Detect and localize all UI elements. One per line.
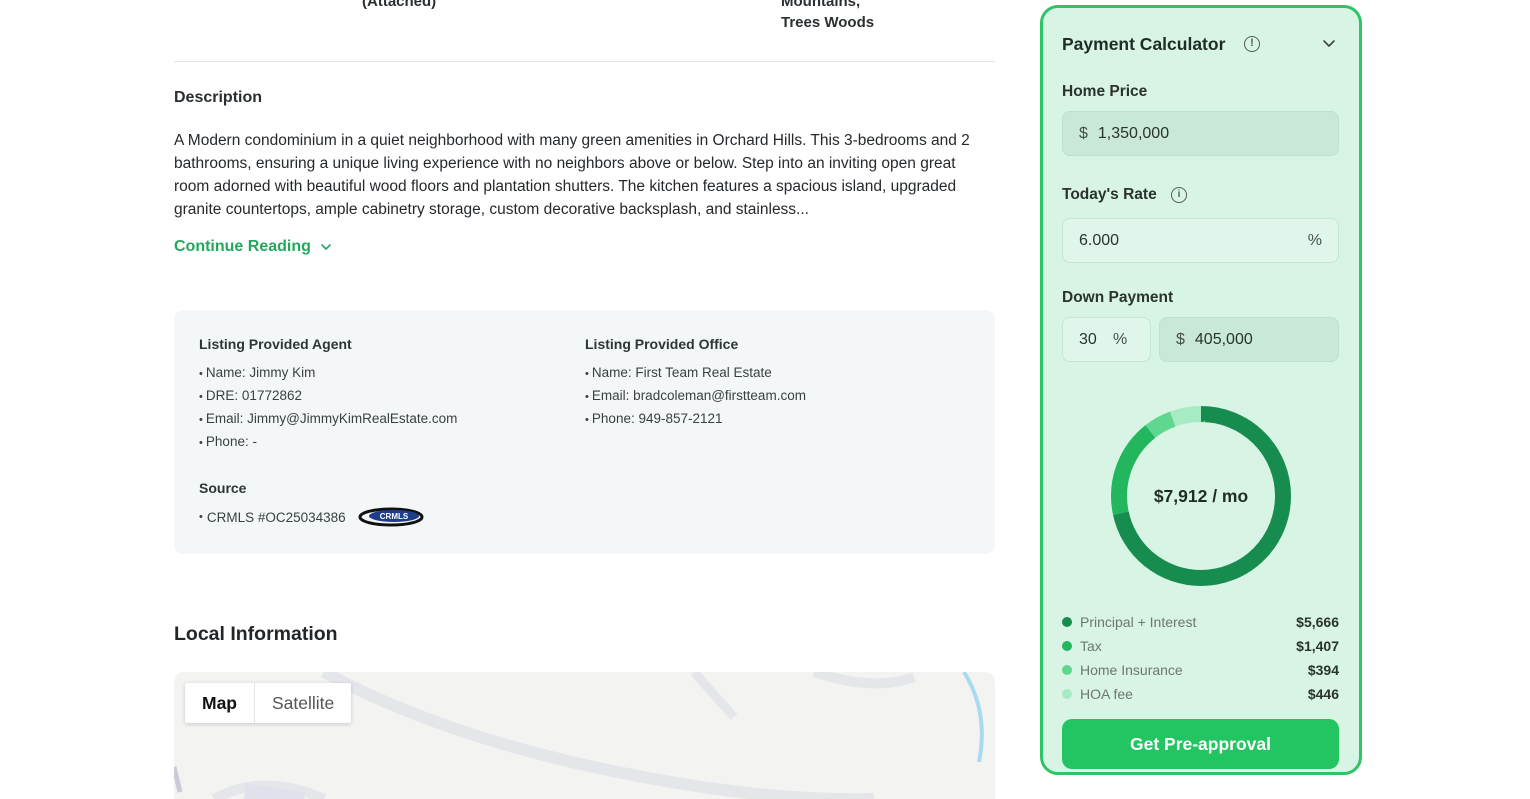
legend-dot [1062,641,1072,651]
continue-reading-label: Continue Reading [174,238,311,255]
legend-dot [1062,689,1072,699]
office-email: Email: bradcoleman@firstteam.com [585,385,806,408]
legend-dot [1062,665,1072,675]
continue-reading-link[interactable]: Continue Reading [174,238,333,256]
source-mls-number: CRMLS #OC25034386 [206,509,346,525]
description-heading: Description [174,89,263,106]
legend-amount: $5,666 [1296,614,1339,630]
down-payment-amount-field[interactable]: $ [1159,317,1339,362]
section-divider [174,61,995,62]
legend-dot [1062,617,1072,627]
legend-tax: Tax $1,407 [1062,634,1339,658]
listing-office-section: Listing Provided Office Name: First Team… [585,336,806,431]
legend-principal-interest: Principal + Interest $5,666 [1062,610,1339,634]
rate-info-icon[interactable]: i [1171,187,1187,203]
down-percent-suffix: % [1113,330,1128,348]
satellite-tab[interactable]: Satellite [255,683,351,723]
payment-donut-chart: $7,912 / mo [1106,401,1296,591]
todays-rate-label: Today's Rate [1062,186,1157,203]
legend-label: Tax [1080,638,1102,654]
chevron-down-icon[interactable] [1321,35,1337,51]
source-heading: Source [199,480,247,496]
legend-label: HOA fee [1080,686,1133,702]
rate-field[interactable]: % [1062,218,1339,263]
legend-amount: $446 [1307,686,1339,702]
down-payment-percent-input[interactable] [1079,330,1109,349]
view-value-line1: Mountains, [781,0,861,10]
calculator-title: Payment Calculator [1062,34,1226,54]
monthly-payment-total: $7,912 / mo [1153,485,1249,506]
description-text: A Modern condominium in a quiet neighbor… [174,132,970,218]
legend-amount: $394 [1307,662,1339,678]
map-view[interactable]: Map Satellite [174,672,995,799]
rate-input[interactable] [1079,231,1308,250]
home-price-field[interactable]: $ [1062,111,1339,156]
source-section: Source • CRMLS #OC25034386 CRMLS [199,480,424,528]
legend-home-insurance: Home Insurance $394 [1062,658,1339,682]
get-preapproval-button[interactable]: Get Pre-approval [1062,719,1339,769]
home-price-label: Home Price [1062,83,1148,100]
view-value-line2: Trees Woods [781,14,875,31]
listing-provider-box: Listing Provided Agent Name: Jimmy Kim D… [174,310,995,554]
map-tab[interactable]: Map [185,683,255,723]
crmls-logo: CRMLS [358,507,424,527]
down-payment-amount-input[interactable] [1194,330,1338,349]
payment-breakdown-legend: Principal + Interest $5,666 Tax $1,407 H… [1062,610,1339,706]
listing-office-heading: Listing Provided Office [585,336,739,352]
down-amount-currency: $ [1176,330,1185,348]
rate-percent-suffix: % [1307,231,1322,249]
agent-dre: DRE: 01772862 [199,385,457,408]
legend-hoa-fee: HOA fee $446 [1062,682,1339,706]
agent-email: Email: Jimmy@JimmyKimRealEstate.com [199,408,457,431]
payment-calculator: Payment Calculator ! Home Price $ Today'… [1040,5,1362,775]
legend-label: Home Insurance [1080,662,1183,678]
home-price-currency: $ [1079,124,1088,142]
agent-phone: Phone: - [199,431,457,454]
attached-value: (Attached) [362,0,437,10]
info-icon[interactable]: ! [1244,36,1260,52]
legend-amount: $1,407 [1296,638,1339,654]
home-price-input[interactable] [1097,124,1338,143]
chevron-down-icon [321,244,331,250]
down-payment-label: Down Payment [1062,289,1174,306]
crmls-logo-text: CRMLS [379,512,408,521]
map-type-toggle: Map Satellite [185,683,352,723]
local-information-heading: Local Information [174,623,338,645]
listing-agent-section: Listing Provided Agent Name: Jimmy Kim D… [199,336,457,454]
legend-label: Principal + Interest [1080,614,1197,630]
bullet: • [199,511,203,523]
office-phone: Phone: 949-857-2121 [585,408,806,431]
down-payment-percent-field[interactable]: % [1062,317,1151,362]
agent-name: Name: Jimmy Kim [199,362,457,385]
office-name: Name: First Team Real Estate [585,362,806,385]
listing-agent-heading: Listing Provided Agent [199,336,352,352]
view-value: Mountains, Trees Woods [781,0,874,33]
